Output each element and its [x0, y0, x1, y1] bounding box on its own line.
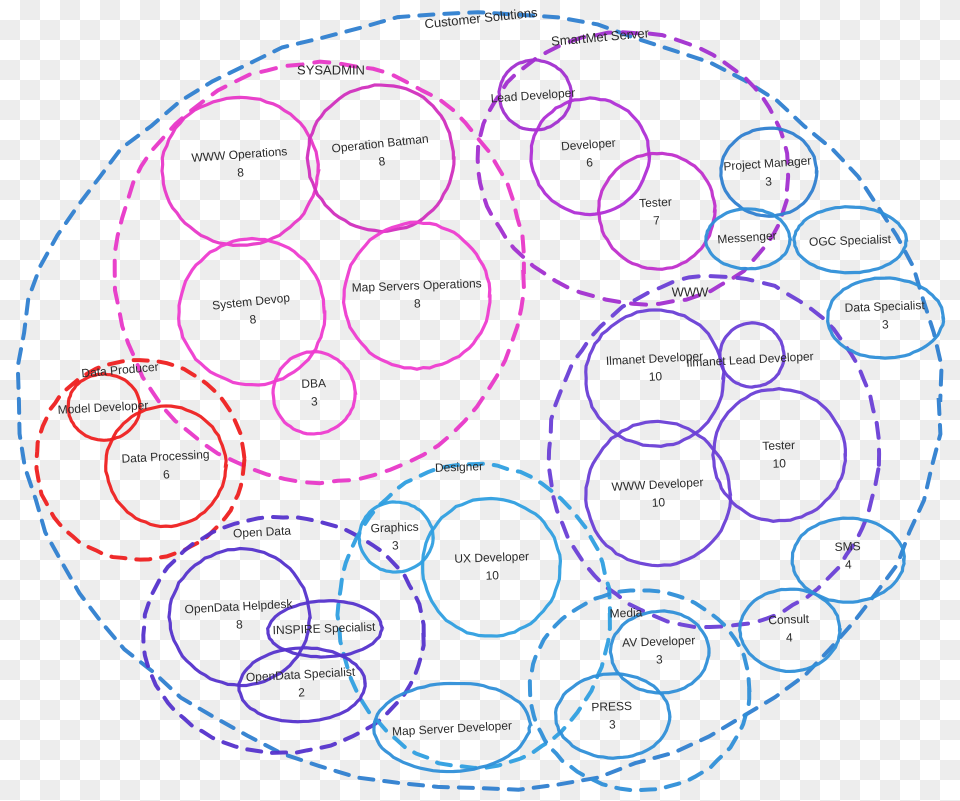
role-circle-consult[interactable]: [738, 587, 843, 674]
role-circle-data-processing[interactable]: [104, 404, 229, 529]
role-circle-project-manager[interactable]: [719, 126, 819, 218]
role-circle-messenger[interactable]: [704, 207, 793, 271]
role-circle-sms[interactable]: [790, 516, 906, 604]
role-circle-ogc-specialist[interactable]: [792, 205, 909, 275]
role-circle-www-operations[interactable]: [160, 95, 321, 247]
role-circle-map-servers-operations[interactable]: [341, 220, 492, 371]
role-circle-operation-batman[interactable]: [305, 83, 456, 234]
role-circle-tester-www[interactable]: [711, 387, 847, 523]
venn-diagram-svg: [15, 10, 946, 793]
role-circle-data-specialist[interactable]: [826, 276, 946, 360]
role-circle-opendata-helpdesk[interactable]: [167, 546, 312, 688]
group-boundary-sysadmin[interactable]: [112, 59, 527, 486]
role-circle-map-server-developer[interactable]: [372, 681, 533, 774]
role-circle-dba[interactable]: [271, 350, 358, 436]
role-circle-ilmanet-developer[interactable]: [584, 308, 726, 448]
role-circle-tester-smartmet[interactable]: [596, 151, 717, 271]
venn-diagram-canvas: Customer Solutions SYSADMIN SmartMet Serve…: [0, 0, 960, 801]
role-circle-model-developer[interactable]: [66, 372, 142, 442]
role-circle-system-devop[interactable]: [177, 236, 327, 387]
role-circle-www-developer[interactable]: [584, 419, 733, 568]
role-circle-av-developer[interactable]: [608, 609, 711, 695]
role-circle-ilmanet-lead-developer[interactable]: [718, 321, 786, 389]
group-boundary-rings: [15, 10, 944, 793]
role-circle-lead-developer[interactable]: [497, 58, 573, 132]
role-circle-ux-developer[interactable]: [421, 496, 563, 638]
role-circle-developer[interactable]: [529, 96, 652, 217]
